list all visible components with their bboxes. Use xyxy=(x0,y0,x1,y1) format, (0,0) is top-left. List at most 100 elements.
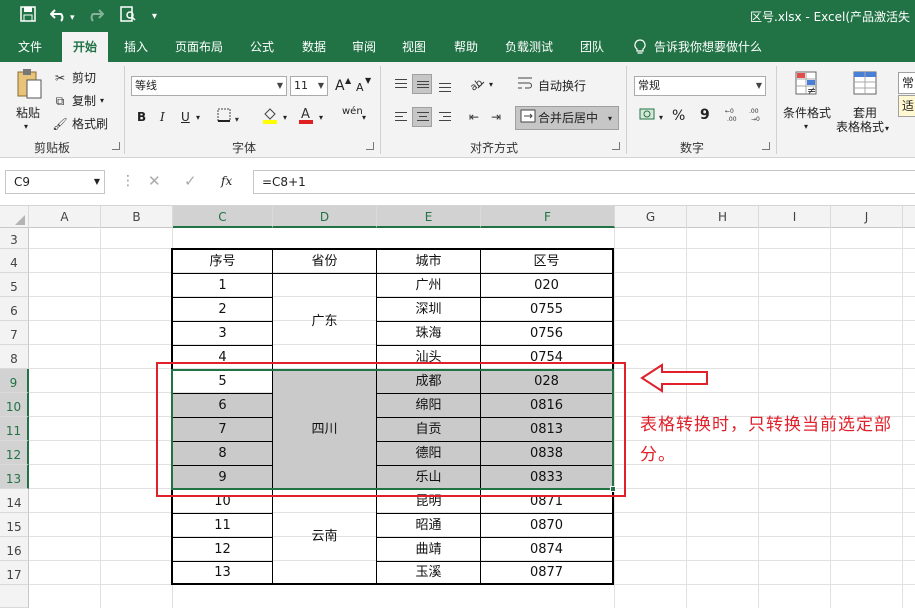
name-box[interactable]: C9 ▼ xyxy=(5,170,105,194)
row-header[interactable]: 6 xyxy=(0,297,29,321)
conditional-dropdown-icon[interactable]: ▾ xyxy=(804,118,808,136)
font-name-combo[interactable]: 等线 ▼ xyxy=(131,76,287,96)
align-right-button[interactable] xyxy=(434,107,454,127)
grow-font-button[interactable]: A xyxy=(335,77,345,95)
redo-icon[interactable] xyxy=(86,6,105,27)
row-header[interactable]: 14 xyxy=(0,489,29,513)
borders-icon[interactable]: ▾ xyxy=(210,108,246,129)
tab-review[interactable]: 审阅 xyxy=(342,32,386,62)
comma-style-button[interactable]: 9 xyxy=(700,106,710,124)
shrink-font-button[interactable]: A xyxy=(356,79,364,97)
row-header[interactable]: 9 xyxy=(0,369,29,393)
decrease-decimal-icon[interactable]: .00 →0 xyxy=(748,106,768,127)
cut-button[interactable]: 剪切 xyxy=(72,69,96,87)
format-as-table-dropdown-icon[interactable]: ▾ xyxy=(885,120,889,138)
paste-icon[interactable] xyxy=(14,68,44,102)
underline-button[interactable]: U xyxy=(181,108,190,126)
copy-dropdown-icon[interactable]: ▾ xyxy=(100,92,104,110)
row-header[interactable]: 11 xyxy=(0,417,29,441)
orientation-dropdown-icon[interactable]: ▾ xyxy=(489,76,493,94)
italic-button[interactable]: I xyxy=(160,108,165,126)
column-header[interactable]: F xyxy=(481,206,615,228)
save-icon[interactable] xyxy=(20,6,36,27)
fill-color-icon[interactable] xyxy=(260,106,280,129)
tab-formulas[interactable]: 公式 xyxy=(240,32,284,62)
select-all-button[interactable] xyxy=(0,206,29,228)
font-dialog-launcher-icon[interactable] xyxy=(366,142,374,150)
column-header[interactable]: I xyxy=(759,206,831,228)
column-header[interactable]: H xyxy=(687,206,759,228)
alignment-dialog-launcher-icon[interactable] xyxy=(612,142,620,150)
row-header[interactable]: 16 xyxy=(0,537,29,561)
row-header[interactable]: 15 xyxy=(0,513,29,537)
font-color-icon[interactable]: A xyxy=(296,106,316,129)
tab-file[interactable]: 文件 xyxy=(8,32,52,62)
font-color-dropdown-icon[interactable]: ▾ xyxy=(319,109,323,127)
row-header[interactable]: 13 xyxy=(0,465,29,489)
tell-me-search[interactable]: 告诉我你想要做什么 xyxy=(654,32,784,62)
phonetic-guide-button[interactable]: wén xyxy=(342,103,363,121)
row-header[interactable]: 8 xyxy=(0,345,29,369)
align-center-button[interactable] xyxy=(412,107,432,127)
wrap-text-button[interactable]: 自动换行 xyxy=(538,77,586,95)
column-header[interactable]: D xyxy=(273,206,377,228)
percent-style-button[interactable]: % xyxy=(672,107,685,125)
cell-style-neutral[interactable]: 适 xyxy=(898,95,915,117)
cancel-edit-icon[interactable]: ✕ xyxy=(148,172,161,190)
formula-input[interactable]: =C8+1 xyxy=(253,170,915,194)
clipboard-dialog-launcher-icon[interactable] xyxy=(112,142,120,150)
copy-button[interactable]: 复制 xyxy=(72,92,96,110)
align-left-button[interactable] xyxy=(390,107,410,127)
tab-data[interactable]: 数据 xyxy=(292,32,336,62)
align-bottom-button[interactable] xyxy=(434,74,454,94)
format-painter-button[interactable]: 格式刷 xyxy=(72,115,108,133)
tab-view[interactable]: 视图 xyxy=(392,32,436,62)
row-header[interactable]: 5 xyxy=(0,273,29,297)
increase-decimal-icon[interactable]: ←0.00 xyxy=(724,106,744,127)
row-header[interactable]: 3 xyxy=(0,228,29,249)
insert-function-button[interactable]: fx xyxy=(221,172,232,190)
number-dialog-launcher-icon[interactable] xyxy=(762,142,770,150)
column-header[interactable]: J xyxy=(831,206,903,228)
align-top-button[interactable] xyxy=(390,74,410,94)
number-format-combo[interactable]: 常规 ▼ xyxy=(634,76,766,96)
column-header[interactable]: A xyxy=(29,206,101,228)
undo-dropdown-icon[interactable]: ▾ xyxy=(70,8,75,28)
paste-dropdown-icon[interactable]: ▾ xyxy=(24,118,28,136)
column-header[interactable]: B xyxy=(101,206,173,228)
phonetic-dropdown-icon[interactable]: ▾ xyxy=(362,109,366,127)
row-header[interactable]: 12 xyxy=(0,441,29,465)
column-header[interactable]: G xyxy=(615,206,687,228)
font-size-combo[interactable]: 11 ▼ xyxy=(290,76,328,96)
customize-toolbar-icon[interactable]: ▾ xyxy=(152,7,157,27)
row-header[interactable]: 7 xyxy=(0,321,29,345)
merge-dropdown-icon[interactable]: ▾ xyxy=(608,110,612,128)
accounting-format-icon[interactable] xyxy=(637,107,657,126)
align-middle-button[interactable] xyxy=(412,74,432,94)
accounting-dropdown-icon[interactable]: ▾ xyxy=(659,109,663,127)
tab-team[interactable]: 团队 xyxy=(570,32,614,62)
orientation-icon[interactable]: ab xyxy=(465,75,489,96)
row-header[interactable]: 17 xyxy=(0,561,29,585)
cell-style-normal[interactable]: 常 xyxy=(898,72,915,94)
fill-color-dropdown-icon[interactable]: ▾ xyxy=(283,109,287,127)
column-header[interactable]: E xyxy=(377,206,481,228)
tab-help[interactable]: 帮助 xyxy=(444,32,488,62)
format-as-table-button[interactable]: 表格格式 xyxy=(836,118,884,136)
row-header[interactable] xyxy=(0,585,29,608)
row-header[interactable]: 10 xyxy=(0,393,29,417)
increase-indent-icon[interactable]: ⇥ xyxy=(486,108,506,126)
tab-load-test[interactable]: 负载测试 xyxy=(496,32,562,62)
confirm-edit-icon[interactable]: ✓ xyxy=(184,172,197,190)
underline-dropdown-icon[interactable]: ▾ xyxy=(196,109,200,127)
tab-insert[interactable]: 插入 xyxy=(114,32,158,62)
merge-center-button[interactable]: 合并后居中 ▾ xyxy=(515,106,619,130)
print-preview-icon[interactable] xyxy=(120,6,136,27)
undo-icon[interactable] xyxy=(49,6,68,27)
decrease-indent-icon[interactable]: ⇤ xyxy=(464,108,484,126)
row-header[interactable]: 4 xyxy=(0,249,29,273)
tab-home[interactable]: 开始 xyxy=(62,32,108,62)
column-header[interactable]: C xyxy=(173,206,273,228)
bold-button[interactable]: B xyxy=(137,108,146,126)
tab-page-layout[interactable]: 页面布局 xyxy=(168,32,230,62)
